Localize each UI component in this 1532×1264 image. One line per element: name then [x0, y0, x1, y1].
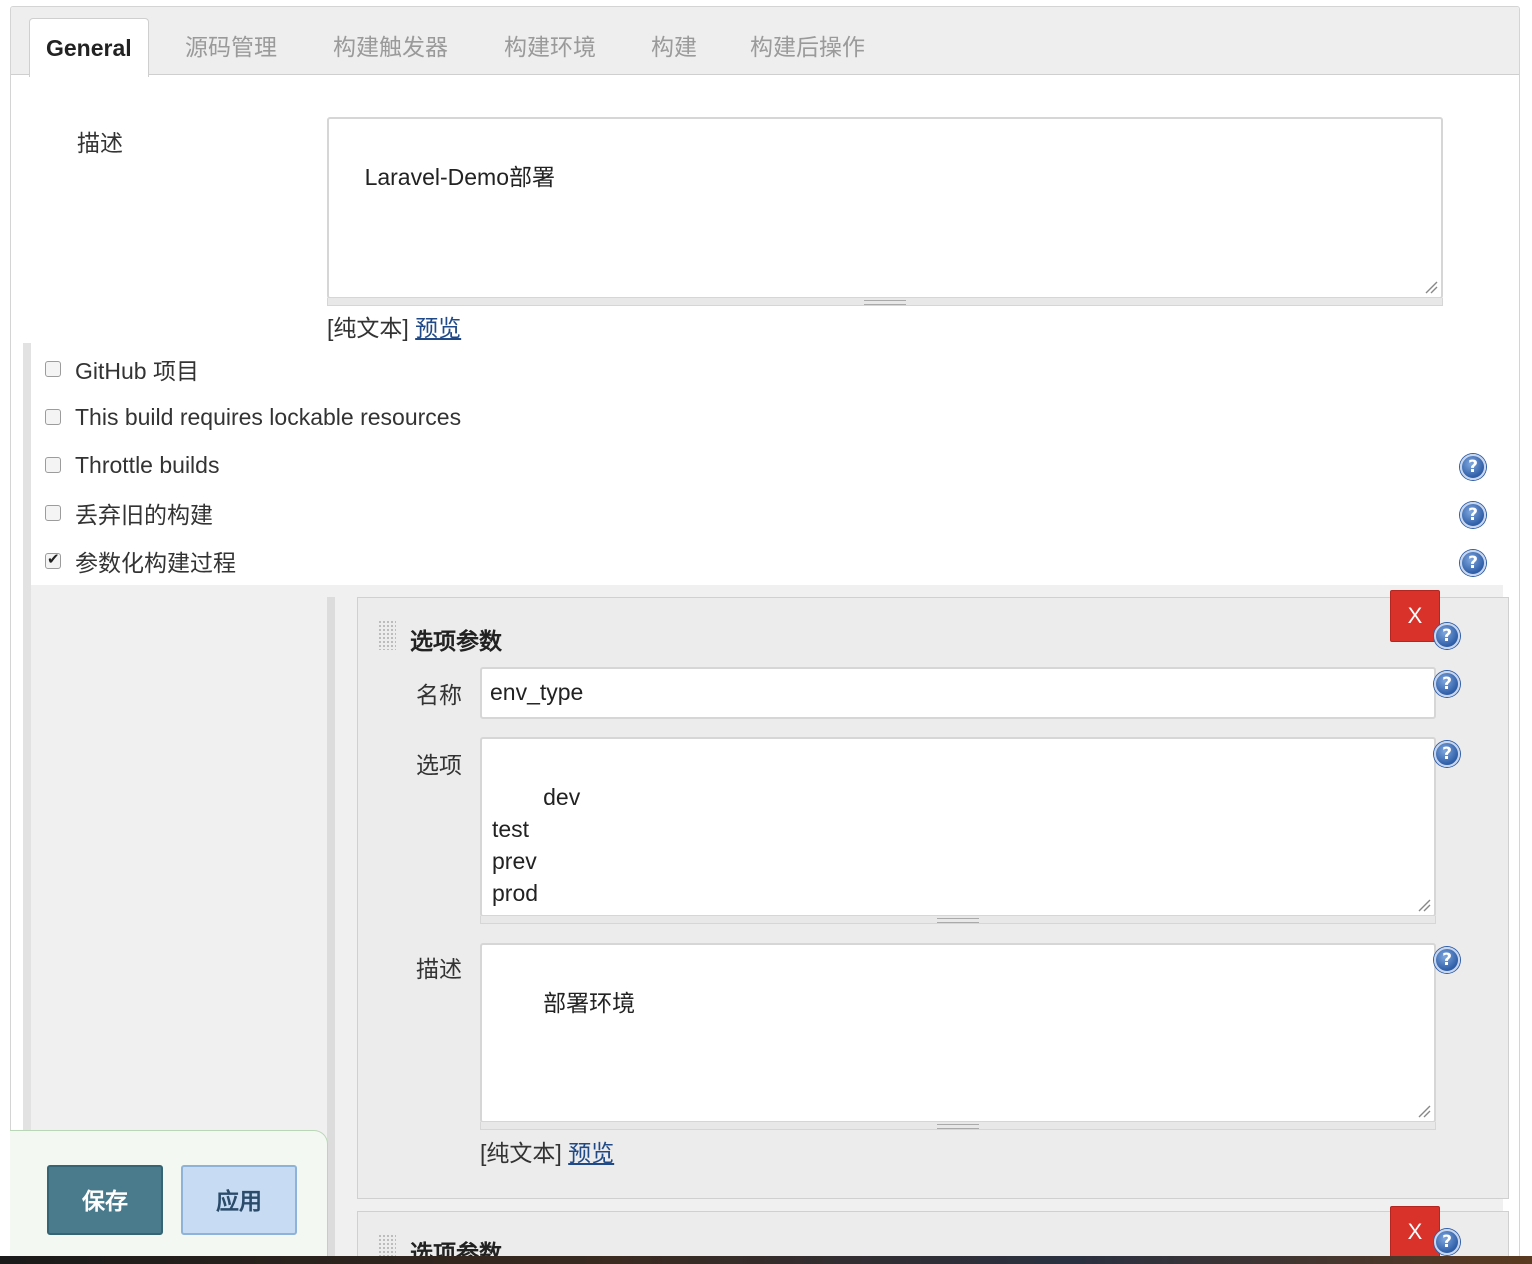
remove-parameter-button[interactable]: X [1390, 1206, 1440, 1257]
option-label: Throttle builds [75, 451, 220, 478]
param-description-format-hint: [纯文本] 预览 [480, 1134, 614, 1168]
option-label: 参数化构建过程 [75, 550, 236, 576]
name-label: 名称 [416, 682, 462, 708]
param-description-textarea[interactable]: 部署环境 [480, 943, 1436, 1123]
parameter-title: 选项参数 [410, 628, 502, 654]
parameter-title: 选项参数 [410, 1240, 502, 1258]
choices-resize-bar[interactable] [480, 916, 1436, 924]
parameters-rule [327, 597, 335, 1257]
action-bar: 保存 应用 [10, 1130, 328, 1264]
preview-link[interactable]: 预览 [568, 1140, 614, 1166]
option-label: GitHub 项目 [75, 358, 199, 384]
choices-textarea[interactable]: dev test prev prod [480, 737, 1436, 917]
format-prefix: [纯文本] [327, 315, 409, 341]
help-icon[interactable]: ? [1460, 454, 1486, 480]
name-input[interactable]: env_type [480, 667, 1436, 719]
description-label: 描述 [77, 130, 123, 156]
param-description-label: 描述 [416, 956, 462, 982]
save-button[interactable]: 保存 [47, 1165, 163, 1235]
tab-bar: General 源码管理 构建触发器 构建环境 构建 构建后操作 [11, 7, 1519, 77]
section-rule [23, 343, 31, 1257]
option-discard-old-builds[interactable]: 丢弃旧的构建 [45, 495, 213, 531]
option-parameterized-build[interactable]: 参数化构建过程 [45, 543, 236, 579]
param-description-resize-bar[interactable] [480, 1122, 1436, 1130]
description-format-hint: [纯文本] 预览 [327, 309, 461, 343]
resize-grip-icon[interactable] [1424, 280, 1438, 294]
config-frame: General 源码管理 构建触发器 构建环境 构建 构建后操作 描述 Lara… [10, 6, 1520, 1258]
checkbox-icon[interactable] [45, 457, 61, 473]
help-icon[interactable]: ? [1434, 623, 1460, 649]
choice-parameter: 选项参数 X [357, 1206, 1509, 1258]
choices-value: dev test prev prod [492, 784, 581, 906]
help-icon[interactable]: ? [1434, 947, 1460, 973]
choice-parameter: 选项参数 X 名称 env_type 选项 dev test prev prod… [357, 590, 1509, 1199]
help-icon[interactable]: ? [1434, 741, 1460, 767]
help-icon[interactable]: ? [1434, 671, 1460, 697]
option-label: 丢弃旧的构建 [75, 502, 213, 528]
description-textarea[interactable]: Laravel-Demo部署 [327, 117, 1443, 299]
help-icon[interactable]: ? [1460, 502, 1486, 528]
checkbox-icon[interactable] [45, 550, 61, 569]
resize-grip-icon[interactable] [1417, 898, 1431, 912]
drag-handle-icon[interactable] [378, 620, 396, 650]
desktop-background-strip [0, 1256, 1532, 1264]
choices-label: 选项 [416, 752, 462, 778]
option-lockable-resources[interactable]: This build requires lockable resources [45, 399, 461, 435]
tab-build[interactable]: 构建 [651, 18, 697, 76]
option-label: This build requires lockable resources [75, 403, 462, 430]
resize-grip-icon[interactable] [1417, 1104, 1431, 1118]
checkbox-icon[interactable] [45, 409, 61, 425]
tab-post-build-actions[interactable]: 构建后操作 [750, 18, 865, 76]
option-throttle-builds[interactable]: Throttle builds [45, 447, 219, 483]
help-icon[interactable]: ? [1460, 550, 1486, 576]
description-resize-bar[interactable] [327, 298, 1443, 306]
format-prefix: [纯文本] [480, 1140, 562, 1166]
help-icon[interactable]: ? [1434, 1229, 1460, 1255]
option-github-project[interactable]: GitHub 项目 [45, 351, 199, 387]
tab-general[interactable]: General [29, 18, 149, 77]
description-value: Laravel-Demo部署 [364, 164, 556, 190]
drag-handle-icon[interactable] [378, 1234, 396, 1257]
remove-parameter-button[interactable]: X [1390, 590, 1440, 642]
tab-source-control[interactable]: 源码管理 [185, 18, 277, 76]
preview-link[interactable]: 预览 [415, 315, 461, 341]
checkbox-icon[interactable] [45, 361, 61, 377]
apply-button[interactable]: 应用 [181, 1165, 297, 1235]
tab-build-environment[interactable]: 构建环境 [504, 18, 596, 76]
param-description-value: 部署环境 [543, 990, 636, 1016]
checkbox-icon[interactable] [45, 505, 61, 521]
tab-build-triggers[interactable]: 构建触发器 [333, 18, 448, 76]
